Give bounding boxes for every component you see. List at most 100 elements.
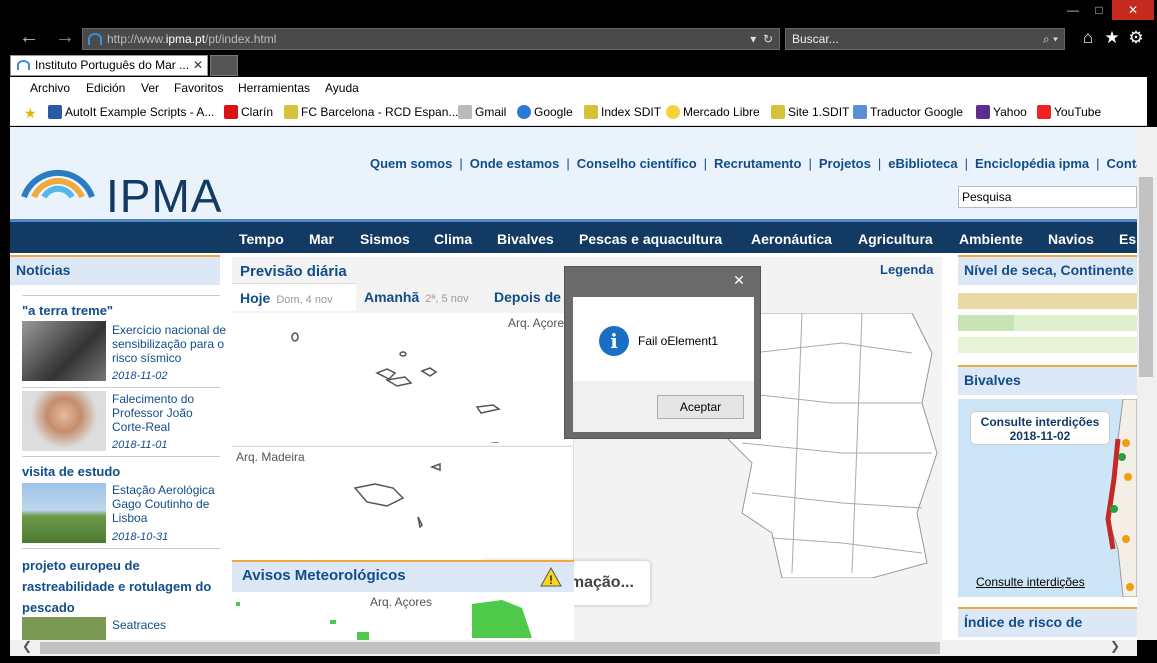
nav-bivalves[interactable]: Bivalves [497,231,554,247]
warning-icon: ! [540,567,562,587]
news-title-3[interactable]: Estação Aerológica Gago Coutinho de Lisb… [112,483,228,525]
interdictions-link[interactable]: Consulte interdições [976,575,1085,589]
nav-agricultura[interactable]: Agricultura [858,231,933,247]
autoit-icon [48,105,62,119]
title-bar: — □ ✕ [0,0,1157,22]
fav-gmail[interactable]: Gmail [458,105,506,119]
news-section-4[interactable]: projeto europeu de rastreabilidade e rot… [22,555,222,618]
close-tab-icon[interactable]: ✕ [193,56,203,75]
nav-sismos[interactable]: Sismos [360,231,410,247]
search-input[interactable]: Buscar... ⌕ ▾ [785,28,1065,50]
tab-title: Instituto Português do Mar ... [35,58,190,72]
dialog-close-button[interactable]: ✕ [724,271,754,289]
accept-button[interactable]: Aceptar [657,395,744,419]
fav-site-sdit[interactable]: Site 1.SDIT [771,105,849,119]
news-image-station[interactable] [22,483,106,543]
link-quem-somos[interactable]: Quem somos [370,156,452,171]
forward-icon[interactable]: → [52,26,78,50]
address-bar[interactable]: http://www.ipma.pt/pt/index.html ▾ ↻ [82,28,780,50]
scroll-left-icon[interactable]: ❮ [22,639,32,653]
new-tab-button[interactable] [210,55,238,76]
news-section-1[interactable]: "a terra treme" [22,303,113,318]
link-recrutamento[interactable]: Recrutamento [714,156,801,171]
fav-google[interactable]: Google [517,105,573,119]
back-icon[interactable]: ← [16,26,42,50]
drought-bar-1 [958,293,1137,309]
refresh-icon[interactable]: ↻ [763,32,773,46]
menu-ver[interactable]: Ver [141,81,159,95]
fav-index-sdit[interactable]: Index SDIT [584,105,661,119]
search-icon[interactable]: ⌕ [1043,32,1050,46]
menu-ayuda[interactable]: Ayuda [325,81,359,95]
warnings-map[interactable] [232,594,574,640]
vertical-scrollbar[interactable] [1137,127,1157,640]
news-section-3[interactable]: visita de estudo [22,464,120,479]
link-enciclopedia[interactable]: Enciclopédia ipma [975,156,1089,171]
nav-mar[interactable]: Mar [309,231,334,247]
favorites-star-icon[interactable]: ★ [1100,26,1124,50]
link-ebiblioteca[interactable]: eBiblioteca [888,156,957,171]
news-title-1[interactable]: Exercício nacional de sensibilização par… [112,323,228,365]
fav-fcbarcelona[interactable]: FC Barcelona - RCD Espan... [284,105,458,119]
logo-text: IPMA [106,170,223,222]
horizontal-scrollbar[interactable]: ❮ ❯ [10,639,1137,656]
news-image-seatraces[interactable] [22,617,106,640]
tab-hoje[interactable]: Hoje Dom, 4 nov [232,283,356,311]
ipma-logo[interactable]: IPMA [18,147,228,222]
legend-link[interactable]: Legenda [880,262,933,277]
nav-more[interactable]: Es [1119,231,1136,247]
fav-clarin[interactable]: Clarín [224,105,273,119]
scroll-thumb[interactable] [40,642,940,654]
nav-clima[interactable]: Clima [434,231,472,247]
news-image-church[interactable] [22,321,106,381]
dropdown-icon[interactable]: ▾ [750,32,756,46]
nav-pescas[interactable]: Pescas e aquacultura [579,231,722,247]
svg-text:!: ! [549,573,553,587]
interdictions-box[interactable]: Consulte interdições 2018-11-02 [970,411,1110,445]
azores-islands [291,332,501,443]
nav-ambiente[interactable]: Ambiente [959,231,1023,247]
tab-ipma[interactable]: Instituto Português do Mar ... ✕ [10,55,208,76]
gear-icon[interactable]: ⚙ [1124,26,1148,50]
news-image-portrait[interactable] [22,391,106,451]
site-search-input[interactable]: Pesquisa [958,186,1137,208]
nav-aeronautica[interactable]: Aeronáutica [751,231,832,247]
fav-autoit[interactable]: AutoIt Example Scripts - A... [48,105,214,119]
madeira-map: Arq. Madeira [232,446,574,560]
scroll-right-icon[interactable]: ❯ [1110,639,1120,653]
home-icon[interactable]: ⌂ [1076,26,1100,50]
fav-traductor[interactable]: Traductor Google [853,105,963,119]
link-projetos[interactable]: Projetos [819,156,871,171]
tab-depois[interactable]: Depois de [486,283,576,311]
news-title-4[interactable]: Seatraces [112,618,228,632]
fav-youtube[interactable]: YouTube [1037,105,1101,119]
menu-favoritos[interactable]: Favoritos [174,81,223,95]
tab-label: Amanhã [364,289,420,305]
news-title-2[interactable]: Falecimento do Professor João Corte-Real [112,392,228,434]
dialog-body: i Fail oElement1 [573,297,754,381]
menu-archivo[interactable]: Archivo [30,81,70,95]
link-onde-estamos[interactable]: Onde estamos [470,156,560,171]
main-nav: Tempo Mar Sismos Clima Bivalves Pescas e… [10,219,1137,253]
fav-label: Clarín [241,105,274,119]
dialog-message: Fail oElement1 [638,334,719,348]
fav-mercadolibre[interactable]: Mercado Libre [666,105,760,119]
link-conselho[interactable]: Conselho científico [577,156,697,171]
fav-yahoo[interactable]: Yahoo [976,105,1027,119]
nav-tempo[interactable]: Tempo [239,231,284,247]
scroll-thumb[interactable] [1139,177,1153,377]
close-window-button[interactable]: ✕ [1112,0,1154,20]
site-header: IPMA Quem somos | Onde estamos | Conselho ci… [10,127,1137,222]
nav-navios[interactable]: Navios [1048,231,1094,247]
link-contactos[interactable]: Contactos [1107,156,1137,171]
tab-amanha[interactable]: Amanhã 2ª, 5 nov [356,283,486,311]
menu-edicion[interactable]: Edición [86,81,125,95]
menu-herramientas[interactable]: Herramientas [238,81,310,95]
fav-label: Traductor Google [870,105,963,119]
chevron-down-icon[interactable]: ▾ [1053,32,1058,46]
maximize-button[interactable]: □ [1086,0,1112,20]
favorites-add-icon[interactable]: ★ [24,105,37,122]
warnings-panel: Avisos Meteorológicos ! Arq. Açores [232,560,574,640]
bivalves-map[interactable]: Consulte interdições 2018-11-02 Consulte… [958,399,1137,597]
minimize-button[interactable]: — [1060,0,1086,20]
